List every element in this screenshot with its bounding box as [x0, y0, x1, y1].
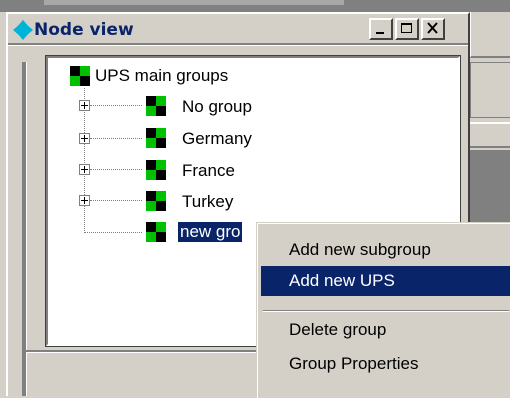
- menu-item-delete-group[interactable]: Delete group: [261, 315, 510, 345]
- minimize-button[interactable]: [369, 18, 393, 40]
- tree-item-turkey[interactable]: Turkey: [182, 192, 233, 212]
- maximize-icon: [401, 23, 412, 33]
- close-button[interactable]: [421, 18, 445, 40]
- tree-connector: [90, 200, 142, 202]
- group-node-icon: [146, 191, 166, 211]
- tree-connector: [90, 169, 142, 171]
- tree-connector: [84, 232, 142, 234]
- group-node-icon: [146, 128, 166, 148]
- background-panel-section-2: [470, 62, 510, 118]
- tree-item-germany[interactable]: Germany: [182, 129, 252, 149]
- expand-toggle-france[interactable]: [79, 164, 90, 175]
- window-title: Node view: [34, 20, 134, 40]
- tree-root-label[interactable]: UPS main groups: [95, 66, 228, 86]
- four-arrows-icon: [13, 20, 33, 40]
- maximize-button[interactable]: [395, 18, 419, 40]
- background-panel-section-3: [470, 122, 510, 148]
- expand-toggle-turkey[interactable]: [79, 195, 90, 206]
- group-node-icon: [70, 66, 90, 86]
- tree-connector: [90, 138, 142, 140]
- menu-item-group-properties[interactable]: Group Properties: [261, 349, 510, 379]
- background-panel-section-1: [470, 12, 510, 58]
- menu-item-add-new-ups[interactable]: Add new UPS: [261, 266, 510, 296]
- tree-connector: [90, 105, 142, 107]
- group-node-icon: [146, 96, 166, 116]
- expand-toggle-no-group[interactable]: [79, 100, 90, 111]
- minimize-icon: [376, 32, 384, 34]
- tree-item-no-group[interactable]: No group: [182, 97, 252, 117]
- left-splitter[interactable]: [22, 62, 27, 396]
- tree-item-new-group-selected[interactable]: new gro: [178, 222, 243, 242]
- menu-item-add-new-subgroup[interactable]: Add new subgroup: [261, 235, 510, 265]
- expand-toggle-germany[interactable]: [79, 133, 90, 144]
- background-window-edge: [0, 0, 510, 12]
- group-node-icon: [146, 160, 166, 180]
- menu-separator: [263, 310, 509, 312]
- title-separator: [8, 43, 468, 46]
- background-title-fragment: [44, 0, 344, 5]
- close-icon: [427, 22, 438, 34]
- context-menu: Add new subgroup Add new UPS Delete grou…: [256, 222, 510, 398]
- tree-item-france[interactable]: France: [182, 161, 235, 181]
- group-node-icon: [146, 222, 166, 242]
